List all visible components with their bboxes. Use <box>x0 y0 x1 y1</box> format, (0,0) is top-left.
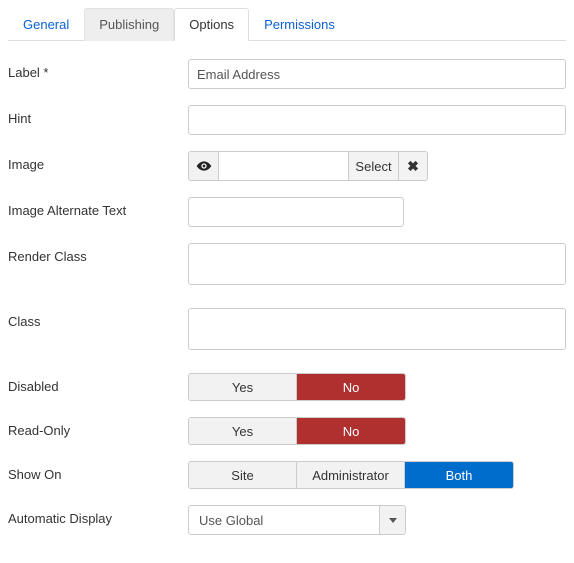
hint-field[interactable] <box>188 105 566 135</box>
readonly-no[interactable]: No <box>297 418 405 444</box>
tab-permissions[interactable]: Permissions <box>249 8 350 41</box>
eye-icon[interactable] <box>189 152 219 180</box>
disabled-toggle: Yes No <box>188 373 406 401</box>
show-on-both[interactable]: Both <box>405 462 513 488</box>
show-on-admin[interactable]: Administrator <box>297 462 405 488</box>
label-field[interactable] <box>188 59 566 89</box>
tab-general[interactable]: General <box>8 8 84 41</box>
tab-options[interactable]: Options <box>174 8 249 41</box>
class-field[interactable] <box>188 308 566 350</box>
label-label: Label * <box>8 59 188 80</box>
caret-icon <box>389 518 397 523</box>
disabled-label: Disabled <box>8 373 188 394</box>
hint-label: Hint <box>8 105 188 126</box>
readonly-yes[interactable]: Yes <box>189 418 297 444</box>
disabled-no[interactable]: No <box>297 374 405 400</box>
image-alt-field[interactable] <box>188 197 404 227</box>
render-class-label: Render Class <box>8 243 188 264</box>
chevron-down-icon[interactable] <box>379 506 405 534</box>
image-label: Image <box>8 151 188 172</box>
image-picker: Select ✖ <box>188 151 428 181</box>
show-on-site[interactable]: Site <box>189 462 297 488</box>
options-form: Label * Hint Image Select ✖ Image A <box>8 59 566 535</box>
image-clear-button[interactable]: ✖ <box>399 152 427 180</box>
close-icon: ✖ <box>407 158 419 175</box>
show-on-toggle: Site Administrator Both <box>188 461 514 489</box>
image-alt-label: Image Alternate Text <box>8 197 188 218</box>
image-path <box>219 152 349 180</box>
readonly-toggle: Yes No <box>188 417 406 445</box>
readonly-label: Read-Only <box>8 417 188 438</box>
disabled-yes[interactable]: Yes <box>189 374 297 400</box>
show-on-label: Show On <box>8 461 188 482</box>
tab-bar: General Publishing Options Permissions <box>8 8 566 41</box>
image-select-button[interactable]: Select <box>349 152 399 180</box>
auto-display-select[interactable]: Use Global <box>188 505 406 535</box>
auto-display-value: Use Global <box>189 506 379 534</box>
render-class-field[interactable] <box>188 243 566 285</box>
class-label: Class <box>8 308 188 329</box>
auto-display-label: Automatic Display <box>8 505 188 526</box>
tab-publishing[interactable]: Publishing <box>84 8 174 41</box>
